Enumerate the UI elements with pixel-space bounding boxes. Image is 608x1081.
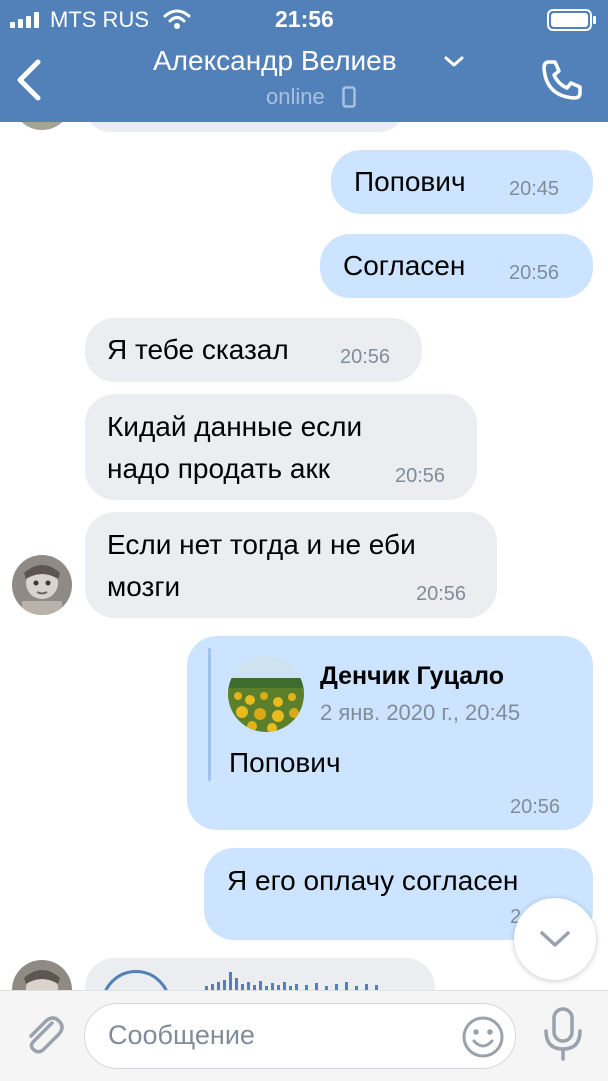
back-chevron-icon[interactable] bbox=[14, 58, 44, 102]
message-time: 20:56 bbox=[510, 796, 561, 818]
message-time: 20:56 bbox=[509, 262, 560, 284]
message-input[interactable]: Сообщение bbox=[84, 1003, 516, 1069]
forwarded-author-name[interactable]: Денчик Гуцало bbox=[320, 662, 504, 691]
contact-avatar[interactable] bbox=[12, 555, 72, 615]
mic-icon[interactable] bbox=[540, 1005, 586, 1065]
message-input-placeholder: Сообщение bbox=[108, 1020, 255, 1050]
chevron-down-icon bbox=[540, 931, 570, 947]
phone-icon[interactable] bbox=[540, 58, 584, 102]
battery-icon bbox=[547, 9, 596, 31]
mobile-device-icon bbox=[342, 86, 356, 108]
contact-avatar[interactable] bbox=[12, 960, 72, 990]
forwarded-message-text: Попович bbox=[229, 747, 341, 778]
message-time: 20:56 bbox=[395, 465, 446, 487]
message-composer: Сообщение bbox=[0, 990, 608, 1081]
attach-icon[interactable] bbox=[20, 1011, 66, 1057]
signal-bars-icon bbox=[10, 12, 39, 28]
forward-quote-line bbox=[208, 648, 211, 781]
status-time: 21:56 bbox=[275, 6, 334, 32]
forwarded-date: 2 янв. 2020 г., 20:45 bbox=[320, 700, 521, 725]
contact-title-button[interactable]: Александр Велиев online bbox=[140, 40, 470, 122]
scroll-down-button[interactable] bbox=[514, 898, 596, 980]
message-bubble[interactable]: Я тебе сказал 20:56 bbox=[85, 318, 422, 382]
message-time: 20:56 bbox=[340, 346, 391, 368]
contact-name: Александр Велиев bbox=[153, 45, 397, 76]
carrier-name: MTS RUS bbox=[50, 7, 149, 32]
message-bubble[interactable]: Попович 20:45 bbox=[331, 150, 593, 214]
message-text-line: мозги bbox=[107, 571, 181, 602]
forwarded-message-bubble[interactable]: Денчик Гуцало 2 янв. 2020 г., 20:45 Попо… bbox=[187, 636, 593, 830]
message-text-line: Кидай данные если bbox=[107, 411, 363, 442]
voice-waveform bbox=[205, 972, 378, 990]
message-list[interactable]: Попович 20:45 Согласен 20:56 Я тебе сказ… bbox=[0, 122, 608, 990]
message-text: Согласен bbox=[343, 250, 466, 281]
message-text: Я его оплачу согласен bbox=[227, 865, 519, 896]
message-bubble[interactable]: Если нет тогда и не еби мозги 20:56 bbox=[85, 512, 497, 618]
sunflower-field-photo bbox=[228, 656, 304, 732]
chevron-down-icon bbox=[444, 56, 464, 67]
voice-message-bubble[interactable] bbox=[85, 958, 435, 990]
wifi-icon bbox=[163, 9, 191, 29]
message-bubble-partial[interactable] bbox=[85, 122, 405, 132]
presence-status: online bbox=[266, 84, 325, 109]
chat-header: Александр Велиев online bbox=[0, 40, 608, 122]
forwarded-author-avatar[interactable] bbox=[228, 656, 304, 732]
play-icon[interactable] bbox=[101, 970, 171, 990]
message-time: 20:45 bbox=[509, 178, 560, 200]
contact-avatar bbox=[12, 122, 72, 130]
emoji-icon[interactable] bbox=[461, 1015, 505, 1059]
message-text-line: надо продать акк bbox=[107, 453, 330, 484]
message-bubble[interactable]: Кидай данные если надо продать акк 20:56 bbox=[85, 394, 477, 500]
message-text-line: Если нет тогда и не еби bbox=[107, 529, 416, 560]
message-time: 20:56 bbox=[416, 583, 467, 605]
avatar-photo bbox=[12, 555, 72, 615]
status-bar: MTS RUS 21:56 bbox=[0, 0, 608, 40]
avatar-photo bbox=[12, 960, 72, 990]
message-text: Я тебе сказал bbox=[107, 334, 289, 365]
message-text: Попович bbox=[354, 166, 466, 197]
message-bubble[interactable]: Согласен 20:56 bbox=[320, 234, 593, 298]
